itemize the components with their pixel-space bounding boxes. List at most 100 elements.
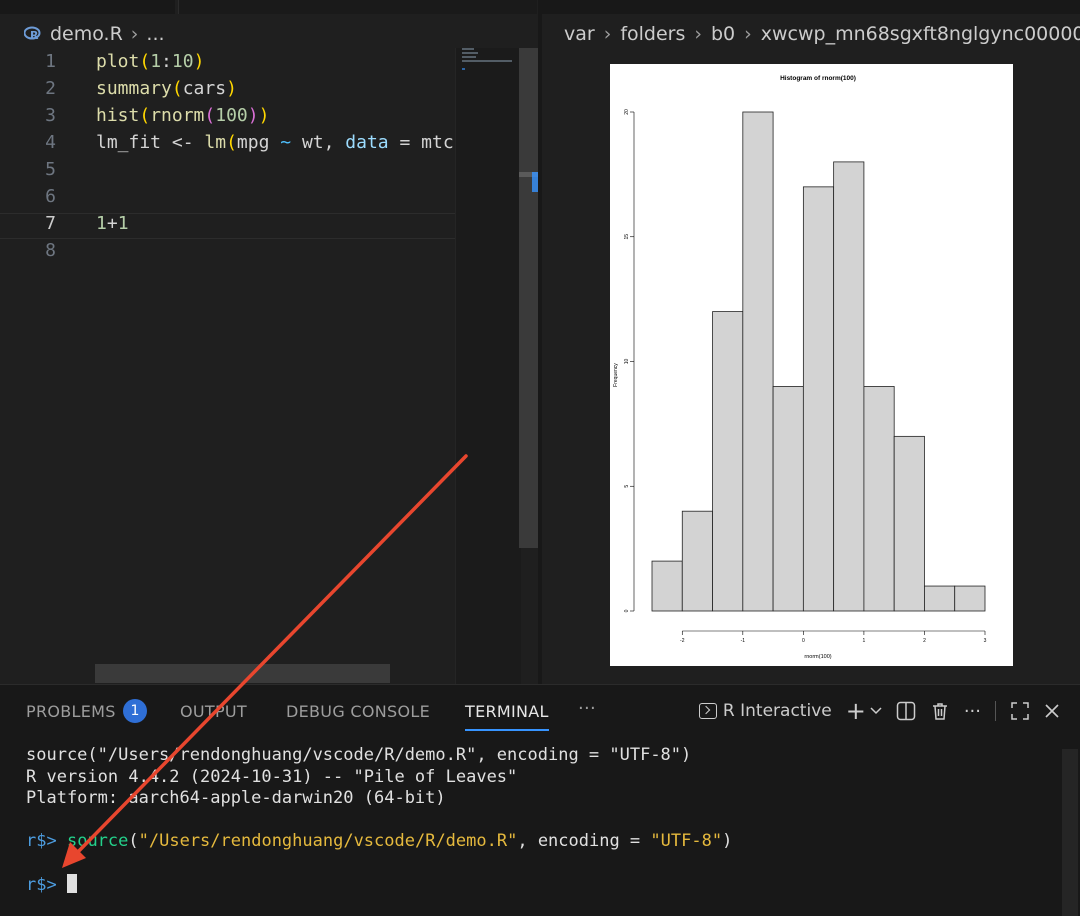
line-number: 2 <box>45 78 56 99</box>
code-token: ( <box>204 105 216 126</box>
y-tick-label: 0 <box>624 609 630 612</box>
problems-count-badge: 1 <box>123 699 147 723</box>
x-tick-label: -1 <box>741 638 746 644</box>
code-token: = <box>388 132 422 153</box>
code-token: lm_fit <box>96 132 172 153</box>
chevron-right-icon: › <box>694 23 702 45</box>
code-token: 1 <box>117 213 129 234</box>
tab-debug-console[interactable]: DEBUG CONSOLE <box>286 702 430 721</box>
histogram-bar <box>651 560 683 612</box>
code-token: ( <box>171 78 183 99</box>
code-token: ) <box>258 105 270 126</box>
line-number-active: 7 <box>45 213 56 234</box>
code-line-5[interactable]: 5 <box>0 156 455 183</box>
terminal-cmd-token: , encoding = <box>517 831 651 851</box>
tab-output[interactable]: OUTPUT <box>180 702 247 721</box>
code-token: : <box>161 51 172 72</box>
histogram-bar <box>742 111 774 612</box>
code-token: wt, <box>291 132 346 153</box>
code-line-3[interactable]: 3 hist(rnorm(100)) <box>0 102 455 129</box>
x-tick-label: -2 <box>680 638 685 644</box>
code-editor[interactable]: R demo.R › ... 1 plot(1:10) 2 summary(ca… <box>0 14 538 684</box>
line-number: 3 <box>45 105 56 126</box>
chevron-right-icon: › <box>744 23 752 45</box>
code-token: ) <box>226 78 237 99</box>
plus-icon[interactable]: + <box>846 697 866 725</box>
terminal-scrollbar[interactable] <box>1062 749 1078 916</box>
plot-viewer: var › folders › b0 › xwcwp_mn68sgxft8ngl… <box>542 14 1080 684</box>
histogram-svg: Histogram of rnorm(100) rnorm(100) Frequ… <box>613 75 987 660</box>
terminal-prompt: r$> <box>26 831 57 851</box>
terminal-line: source("/Users/rendonghuang/vscode/R/dem… <box>26 745 692 765</box>
tab-problems[interactable]: PROBLEMS <box>26 702 116 721</box>
line-number: 8 <box>45 240 56 261</box>
code-token: 10 <box>171 51 194 72</box>
minimap-line <box>462 56 476 58</box>
panel-tabs: PROBLEMS 1 OUTPUT DEBUG CONSOLE TERMINAL… <box>0 685 1080 737</box>
code-line-1[interactable]: 1 plot(1:10) <box>0 48 455 75</box>
code-line-8[interactable]: 8 <box>0 237 455 264</box>
terminal-prompt: r$> <box>26 875 57 895</box>
toolbar-separator <box>995 701 996 721</box>
maximize-icon[interactable] <box>1010 701 1030 721</box>
y-tick-label: 10 <box>624 359 630 365</box>
breadcrumb-filename[interactable]: demo.R <box>50 23 123 45</box>
code-line-6[interactable]: 6 <box>0 183 455 210</box>
code-token: ~ <box>280 132 292 153</box>
r-file-icon: R <box>23 25 42 43</box>
terminal-output[interactable]: source("/Users/rendonghuang/vscode/R/dem… <box>26 745 732 897</box>
histogram-bar <box>833 161 865 612</box>
chevron-down-icon[interactable] <box>870 707 882 715</box>
viewer-crumb[interactable]: b0 <box>711 23 735 45</box>
code-line-4[interactable]: 4 lm_fit <- lm(mpg ~ wt, data = mtc <box>0 129 455 156</box>
terminal-cmd-fn: source <box>66 831 129 851</box>
chevron-right-icon: › <box>603 23 612 45</box>
line-number: 1 <box>45 51 56 72</box>
panel-toolbar: R Interactive + ··· <box>698 697 1060 725</box>
close-icon[interactable] <box>1044 703 1060 719</box>
code-token: mpg <box>236 132 281 153</box>
viewer-crumb[interactable]: xwcwp_mn68sgxft8nglgync00000g <box>761 23 1080 45</box>
minimap-line <box>462 68 465 70</box>
minimap-line <box>462 52 478 54</box>
terminal-cmd-path: "/Users/rendonghuang/vscode/R/demo.R" <box>138 831 518 851</box>
minimap[interactable] <box>455 48 521 684</box>
terminal-line: R version 4.4.2 (2024-10-31) -- "Pile of… <box>26 766 518 787</box>
chart-title: Histogram of rnorm(100) <box>780 75 856 82</box>
svg-text:R: R <box>30 29 39 42</box>
editor-horizontal-scrollbar[interactable] <box>95 664 390 683</box>
code-token: 1 <box>150 51 162 72</box>
x-tick-label: 1 <box>863 638 866 644</box>
editor-vertical-scrollbar[interactable] <box>519 48 538 548</box>
code-line-2[interactable]: 2 summary(cars) <box>0 75 455 102</box>
histogram-bar <box>681 510 713 612</box>
chart-y-label: Frequency <box>613 363 619 387</box>
code-token: summary <box>96 78 172 99</box>
code-token: plot <box>96 51 140 72</box>
terminal-icon <box>698 703 717 719</box>
y-tick-label: 5 <box>624 485 630 488</box>
terminal-cursor[interactable] <box>66 874 77 893</box>
code-token: ( <box>139 105 151 126</box>
tabs-more-icon[interactable]: ··· <box>578 698 596 719</box>
code-token: 1 <box>96 213 107 234</box>
histogram-bar <box>712 311 744 612</box>
breadcrumb-more[interactable]: ... <box>146 23 164 45</box>
tab-terminal[interactable]: TERMINAL <box>465 702 549 731</box>
terminal-name: R Interactive <box>722 701 832 721</box>
histogram-bar <box>772 386 804 612</box>
trash-icon[interactable] <box>930 701 950 721</box>
more-icon[interactable]: ··· <box>964 701 981 722</box>
bottom-panel: PROBLEMS 1 OUTPUT DEBUG CONSOLE TERMINAL… <box>0 684 1080 916</box>
top-strip-left <box>0 0 175 14</box>
line-number: 6 <box>45 186 56 207</box>
code-line-7[interactable]: 7 1+1 <box>0 210 455 237</box>
terminal-selector[interactable]: R Interactive <box>698 701 832 721</box>
viewer-crumb[interactable]: var <box>564 23 595 45</box>
terminal-line: Platform: aarch64-apple-darwin20 (64-bit… <box>26 788 446 808</box>
split-icon[interactable] <box>896 701 916 721</box>
line-number: 4 <box>45 132 56 153</box>
histogram-bar <box>863 386 895 612</box>
viewer-crumb[interactable]: folders <box>620 23 685 45</box>
histogram-plot-image: Histogram of rnorm(100) rnorm(100) Frequ… <box>610 64 1013 666</box>
